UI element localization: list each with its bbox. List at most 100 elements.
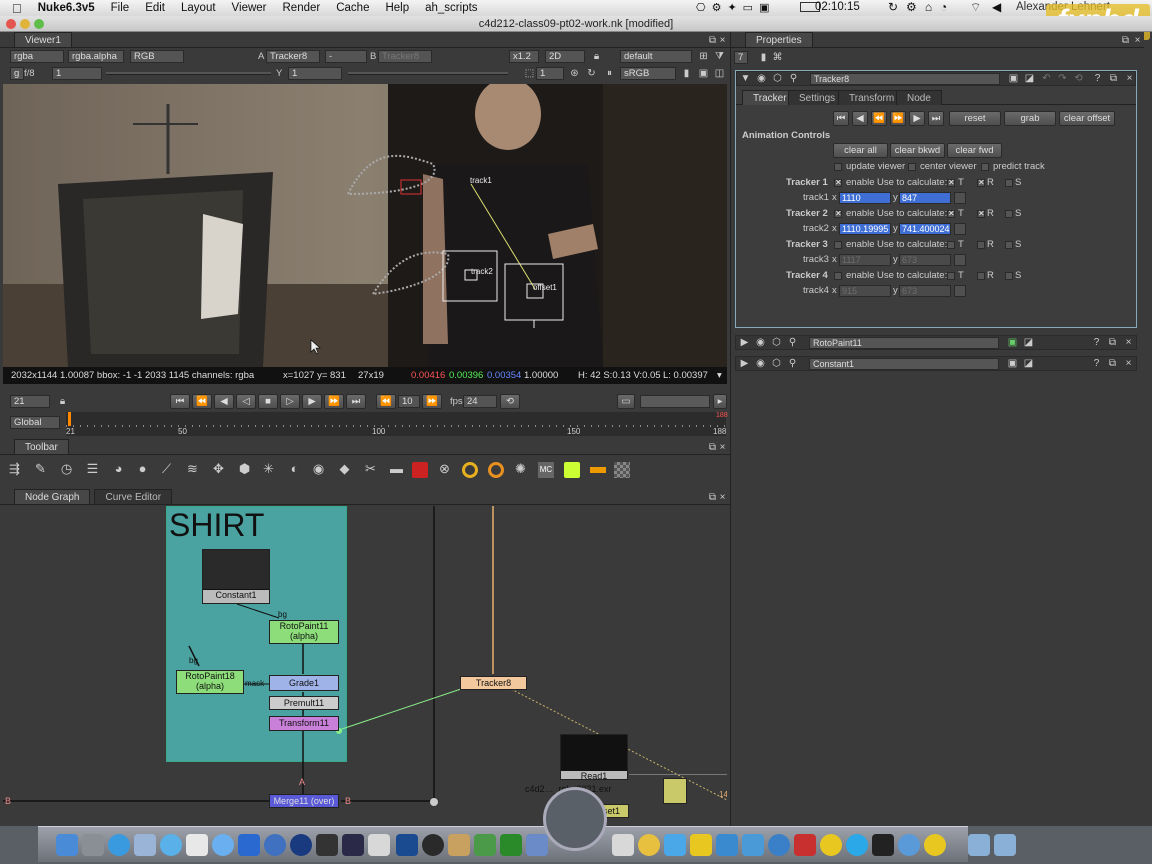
channel-tools-icon[interactable]: ☰ — [86, 462, 99, 475]
tracker3-r-checkbox[interactable] — [977, 241, 985, 249]
channels-dropdown[interactable]: rgba — [10, 50, 64, 63]
skype-icon[interactable] — [846, 834, 868, 856]
proxy-dropdown[interactable]: 1 — [536, 67, 564, 80]
search-icon[interactable] — [768, 834, 790, 856]
track2-x-field[interactable]: 1110.19995 — [839, 223, 891, 235]
duck-icon[interactable] — [690, 834, 712, 856]
node-read1[interactable]: Read1 — [560, 734, 628, 781]
centre-icon[interactable]: ⬡ — [770, 336, 783, 349]
node-grade1[interactable]: Grade1 — [269, 675, 339, 691]
skip-forward-button[interactable]: ⏩ — [422, 394, 442, 409]
track1-y-field[interactable]: 847 — [899, 192, 951, 204]
constant1-panel-header[interactable]: ▶ ◉ ⬡ ⚲ Constant1 ▣ ◪ ? ⧉ × — [735, 356, 1137, 371]
menu-help[interactable]: Help — [385, 2, 409, 14]
clip-warning-icon[interactable]: ⧩ — [713, 50, 726, 63]
gamma-field[interactable]: 1 — [288, 67, 342, 80]
info-dropdown-icon[interactable]: ▾ — [717, 367, 722, 384]
help-icon[interactable]: ? — [1090, 336, 1103, 349]
tracker3-s-checkbox[interactable] — [1005, 241, 1013, 249]
collapse-arrow-icon[interactable]: ▼ — [739, 72, 752, 85]
tracker4-s-checkbox[interactable] — [1005, 272, 1013, 280]
pane-close-icon[interactable]: × — [716, 34, 729, 47]
step-backward-button[interactable]: ◀ — [852, 111, 868, 126]
tab-node[interactable]: Node — [896, 90, 942, 105]
view-mode-dropdown[interactable]: 2D — [545, 50, 585, 63]
step-forward-button[interactable]: ▶ — [302, 394, 322, 409]
revert-icon[interactable]: ⟲ — [1072, 72, 1085, 85]
pinwheel-icon[interactable]: ✺ — [514, 462, 527, 475]
apple-icon[interactable]:  — [12, 1, 22, 16]
play-back-button[interactable]: ◁ — [236, 394, 256, 409]
menu-edit[interactable]: Edit — [145, 2, 165, 14]
timeline[interactable]: 21 50 100 150 188 188 — [66, 412, 728, 436]
maxon-logo-icon[interactable] — [543, 787, 607, 851]
ip-icon[interactable]: ▮ — [680, 67, 693, 80]
metadata-tools-icon[interactable]: ◉ — [312, 462, 325, 475]
word-icon[interactable] — [612, 834, 634, 856]
track3-x-field[interactable]: 1117 — [839, 254, 891, 266]
flipbook-button[interactable]: ▭ — [617, 394, 635, 409]
skip-back-button[interactable]: ⏪ — [376, 394, 396, 409]
roi-icon[interactable]: ⊞ — [697, 50, 710, 63]
status-icons[interactable]: ⎔⚙✦▭▣ — [696, 1, 775, 14]
wifi-icon[interactable]: ⌔ — [970, 0, 981, 15]
browser-icon[interactable] — [742, 834, 764, 856]
step-back-button[interactable]: ◀ — [214, 394, 234, 409]
finder-icon[interactable] — [56, 834, 78, 856]
step-field[interactable]: 10 — [398, 395, 420, 408]
tracker4-enable-checkbox[interactable] — [834, 272, 842, 280]
plugins-tools-icon[interactable]: ▬ — [390, 462, 403, 475]
yellow-ring-icon[interactable] — [462, 462, 478, 478]
menu-viewer[interactable]: Viewer — [232, 2, 267, 14]
menu-render[interactable]: Render — [283, 2, 321, 14]
menu-cache[interactable]: Cache — [336, 2, 369, 14]
reset-button[interactable]: reset — [949, 111, 1001, 126]
tracker2-enable-checkbox[interactable]: ✕ — [834, 210, 842, 218]
terminal-icon[interactable] — [872, 834, 894, 856]
keyer-tools-icon[interactable]: ⟋ — [160, 462, 173, 475]
fps-field[interactable]: 24 — [463, 395, 497, 408]
track4-y-field[interactable]: 673 — [899, 285, 951, 297]
mc-icon[interactable]: MC — [538, 462, 554, 478]
folder-icon[interactable] — [968, 834, 990, 856]
close-all-panels-icon[interactable]: ⌘ — [771, 51, 784, 64]
chrome-icon[interactable] — [638, 834, 660, 856]
close-panel-icon[interactable]: × — [1122, 336, 1135, 349]
last-frame-button[interactable]: ⏭ — [346, 394, 366, 409]
red-plugin-icon[interactable] — [412, 462, 428, 478]
zoom-window-button[interactable] — [34, 19, 44, 29]
tab-properties[interactable]: Properties — [745, 32, 813, 47]
checker-tool-icon[interactable] — [614, 462, 630, 478]
step-forward-button-tracker[interactable]: ▶ — [909, 111, 925, 126]
tree-icon[interactable] — [500, 834, 522, 856]
cloud-icon[interactable] — [526, 834, 548, 856]
launchpad-icon[interactable] — [82, 834, 104, 856]
color-gl-icon[interactable]: ◪ — [1022, 336, 1035, 349]
float-panel-icon[interactable]: ⧉ — [1106, 357, 1119, 370]
close-window-button[interactable] — [6, 19, 16, 29]
draw-tools-icon[interactable]: ✎ — [34, 462, 47, 475]
float-panel-icon[interactable]: ⧉ — [1106, 336, 1119, 349]
color-tools-icon[interactable]: ◕ — [112, 462, 125, 475]
menu-file[interactable]: File — [111, 2, 130, 14]
info-icon[interactable]: ◫ — [713, 67, 726, 80]
clock[interactable]: 02:10:15 — [815, 1, 860, 13]
pdf-icon[interactable] — [794, 834, 816, 856]
close-panel-icon[interactable]: × — [1123, 72, 1136, 85]
a-input-dropdown[interactable]: Tracker8 — [266, 50, 320, 63]
node-merge11[interactable]: Merge11 (over) — [269, 794, 339, 808]
track-backward-key-button[interactable]: ⏮ — [833, 111, 849, 126]
help-icon[interactable]: ? — [1090, 357, 1103, 370]
tab-toolbar[interactable]: Toolbar — [14, 439, 69, 454]
alpha-channel-dropdown[interactable]: rgba.alpha — [68, 50, 124, 63]
color-tile-icon[interactable]: ▣ — [1006, 357, 1019, 370]
offset1-overlay-label[interactable]: offset1 — [533, 283, 557, 292]
particle-tools-icon[interactable]: ✳ — [262, 462, 275, 475]
display-channel-dropdown[interactable]: RGB — [130, 50, 184, 63]
viewer-toggle-icon[interactable]: ◉ — [754, 357, 767, 370]
playback-range-field[interactable] — [640, 395, 710, 408]
max-panels-field[interactable]: 7 — [734, 51, 748, 64]
float-panel-icon[interactable]: ⧉ — [1107, 72, 1120, 85]
rotopaint11-name-field[interactable]: RotoPaint11 — [809, 337, 999, 349]
centre-icon[interactable]: ⬡ — [770, 357, 783, 370]
